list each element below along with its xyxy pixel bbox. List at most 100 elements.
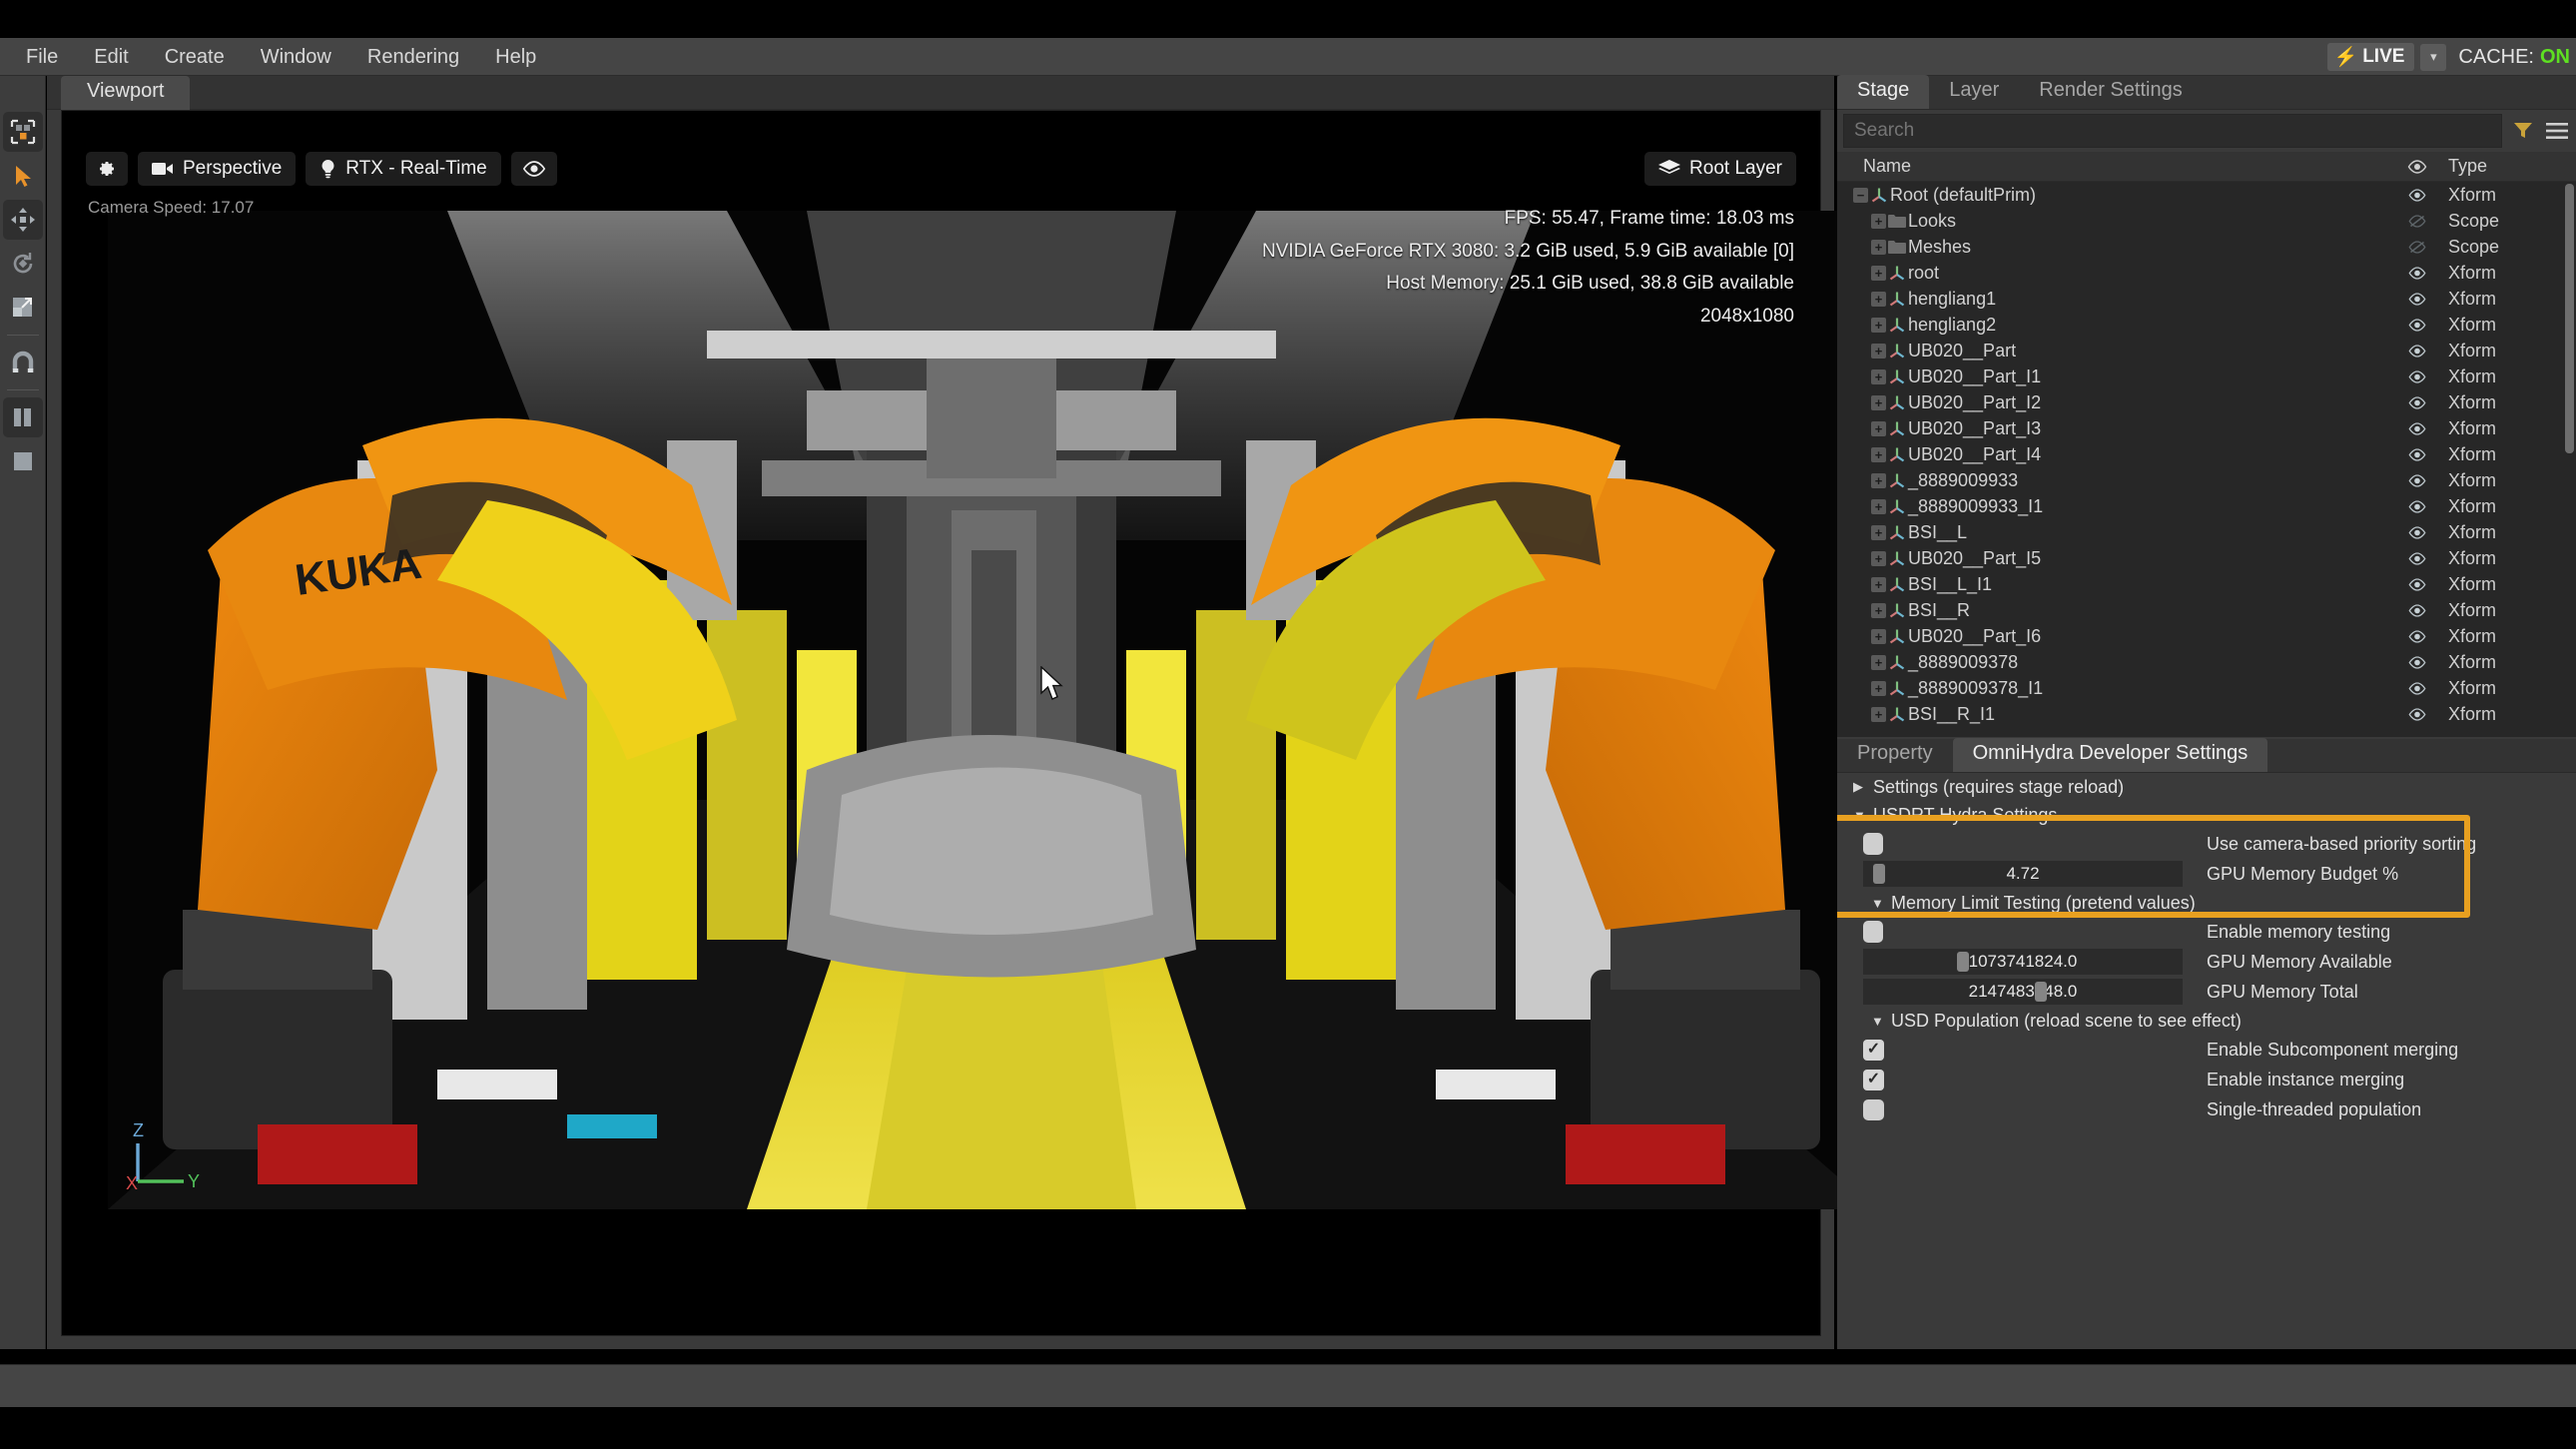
expand-expander-icon[interactable]: + [1871,394,1886,410]
slider-handle[interactable] [1873,864,1885,884]
visibility-eye-icon[interactable] [2396,421,2438,435]
expand-expander-icon[interactable]: + [1871,576,1886,592]
tab-render-settings[interactable]: Render Settings [2019,75,2202,109]
expand-expander-icon[interactable]: + [1871,291,1886,307]
expand-expander-icon[interactable]: + [1871,420,1886,436]
table-row[interactable]: + _8889009933_I1 Xform [1837,493,2576,519]
table-row[interactable]: + root Xform [1837,260,2576,286]
expand-expander-icon[interactable]: + [1871,343,1886,359]
table-row[interactable]: + UB020__Part_I6 Xform [1837,623,2576,649]
caret-down-icon[interactable]: ▼ [1853,808,1866,823]
table-row[interactable]: + Looks Scope [1837,208,2576,234]
live-dropdown-button[interactable]: ▾ [2420,43,2447,71]
visibility-eye-icon[interactable] [2396,318,2438,332]
expand-expander-icon[interactable]: + [1871,446,1886,462]
expand-expander-icon[interactable]: + [1871,368,1886,384]
visibility-eye-icon[interactable] [2396,499,2438,513]
visibility-eye-icon[interactable] [2396,525,2438,539]
tab-viewport[interactable]: Viewport [61,76,191,110]
visibility-eye-icon[interactable] [2396,603,2438,617]
toggle-switch[interactable] [1863,833,1883,855]
tab-stage[interactable]: Stage [1837,75,1930,109]
search-input[interactable] [1843,114,2502,148]
table-row[interactable]: + BSI__R Xform [1837,597,2576,623]
visibility-eye-icon[interactable] [2396,369,2438,383]
visibility-eye-icon[interactable] [2396,629,2438,643]
table-row[interactable]: + BSI__R_I1 Xform [1837,701,2576,727]
move-tool-icon[interactable] [2,200,43,240]
settings-group-header[interactable]: ▶ Settings (requires stage reload) [1837,773,2576,801]
caret-down-icon[interactable]: ▼ [1871,1014,1884,1029]
scale-tool-icon[interactable] [3,288,43,328]
table-row[interactable]: + _8889009933 Xform [1837,467,2576,493]
toggle-switch[interactable] [1863,921,1883,943]
visibility-eye-icon[interactable] [2396,395,2438,409]
expand-expander-icon[interactable]: + [1871,706,1886,722]
visibility-eye-icon[interactable] [2396,577,2438,591]
menu-item-file[interactable]: File [10,41,74,73]
table-row[interactable]: + BSI__L Xform [1837,519,2576,545]
slider-field[interactable]: 2147483648.0 [1863,979,2183,1005]
expand-expander-icon[interactable]: + [1871,239,1886,255]
menu-item-window[interactable]: Window [245,41,347,73]
filter-icon[interactable] [2510,118,2536,144]
rotate-tool-icon[interactable] [3,244,43,284]
expand-expander-icon[interactable]: + [1871,265,1886,281]
menu-item-edit[interactable]: Edit [78,41,144,73]
menu-item-rendering[interactable]: Rendering [351,41,475,73]
caret-right-icon[interactable]: ▶ [1853,779,1865,795]
renderer-selector-button[interactable]: RTX - Real-Time [306,152,501,186]
root-layer-button[interactable]: Root Layer [1644,152,1796,186]
snap-magnet-icon[interactable] [3,343,43,382]
stage-tree-scrollbar[interactable] [2565,184,2574,453]
menu-item-create[interactable]: Create [149,41,241,73]
visibility-eye-icon[interactable] [2396,292,2438,306]
expand-expander-icon[interactable]: + [1871,550,1886,566]
select-arrow-icon[interactable] [3,156,43,196]
table-row[interactable]: + UB020__Part_I1 Xform [1837,363,2576,389]
expand-expander-icon[interactable]: + [1871,654,1886,670]
table-row[interactable]: + BSI__L_I1 Xform [1837,571,2576,597]
tab-layer[interactable]: Layer [1929,75,2019,109]
visibility-eye-icon[interactable] [2396,551,2438,565]
visibility-eye-icon[interactable] [2396,473,2438,487]
checkbox[interactable]: ✓ [1863,1069,1884,1090]
live-button[interactable]: ⚡ LIVE [2326,43,2415,71]
table-row[interactable]: + UB020__Part Xform [1837,338,2576,363]
visibility-eye-icon[interactable] [2396,447,2438,461]
table-row[interactable]: − Root (defaultPrim) Xform [1837,182,2576,208]
expand-expander-icon[interactable]: + [1871,602,1886,618]
collapse-expander-icon[interactable]: − [1853,187,1868,203]
visibility-eye-icon[interactable] [2396,344,2438,358]
table-row[interactable]: + UB020__Part_I5 Xform [1837,545,2576,571]
settings-group-header[interactable]: ▼ USD Population (reload scene to see eff… [1837,1007,2576,1035]
visibility-eye-icon[interactable] [2396,707,2438,721]
expand-expander-icon[interactable]: + [1871,498,1886,514]
visibility-eye-icon[interactable] [2396,655,2438,669]
viewport-settings-button[interactable] [86,152,128,186]
checkbox[interactable]: ✓ [1863,1039,1884,1061]
table-row[interactable]: + _8889009378_I1 Xform [1837,675,2576,701]
hamburger-icon[interactable] [2544,118,2570,144]
measure-tool-icon[interactable] [2,397,43,437]
caret-down-icon[interactable]: ▼ [1871,896,1884,911]
viewport-3d-surface[interactable]: KUKA Perspective RTX - Real-Time Camera … [61,110,1875,1336]
table-row[interactable]: + _8889009378 Xform [1837,649,2576,675]
table-row[interactable]: + UB020__Part_I2 Xform [1837,389,2576,415]
viewport-visibility-button[interactable] [510,152,557,186]
expand-expander-icon[interactable]: + [1871,680,1886,696]
visibility-eye-off-icon[interactable] [2396,240,2438,254]
select-mode-icon[interactable] [2,112,43,152]
tab-omnihydra-developer-settings[interactable]: OmniHydra Developer Settings [1952,738,2268,772]
visibility-eye-icon[interactable] [2396,188,2438,202]
settings-group-header[interactable]: ▼ USDRT Hydra Settings [1837,801,2576,829]
slider-handle[interactable] [2035,982,2047,1002]
menu-item-help[interactable]: Help [479,41,552,73]
slider-field[interactable]: 1073741824.0 [1863,949,2183,975]
checkbox[interactable] [1863,1098,1884,1120]
table-row[interactable]: + hengliang2 Xform [1837,312,2576,338]
table-row[interactable]: + UB020__Part_I4 Xform [1837,441,2576,467]
table-row[interactable]: + hengliang1 Xform [1837,286,2576,312]
expand-expander-icon[interactable]: + [1871,628,1886,644]
table-row[interactable]: + UB020__Part_I3 Xform [1837,415,2576,441]
